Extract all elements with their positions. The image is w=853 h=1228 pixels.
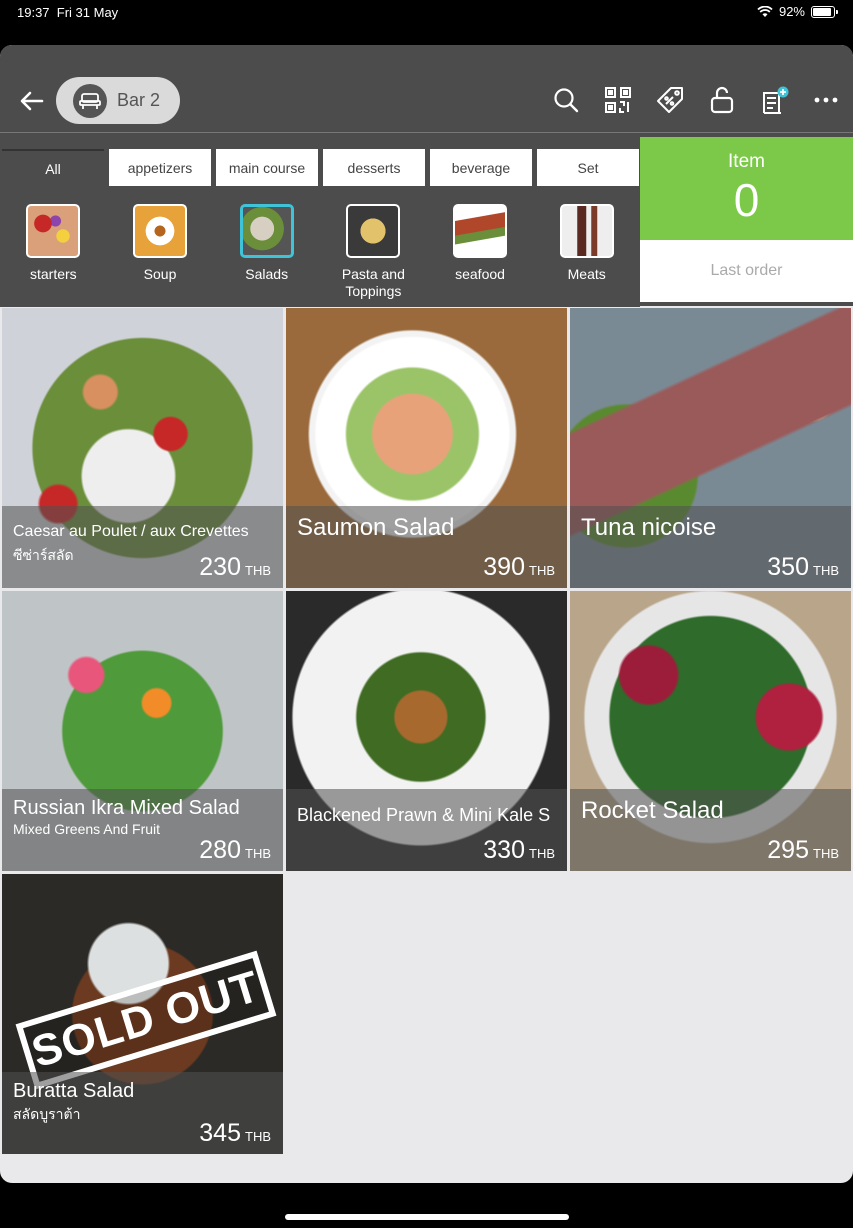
toolbar: Bar 2 xyxy=(0,45,853,132)
menu-item-info: Saumon Salad 390 THB xyxy=(286,506,567,588)
qr-code-icon[interactable] xyxy=(603,85,633,115)
more-icon[interactable] xyxy=(811,85,841,115)
menu-item-card[interactable]: Tuna nicoise 350 THB xyxy=(570,308,851,588)
status-right: 92% xyxy=(757,4,838,19)
menu-item-price: 345 THB xyxy=(199,1119,271,1147)
subcategory-meats[interactable]: Meats xyxy=(533,191,640,307)
menu-item-name: Rocket Salad xyxy=(581,797,724,824)
status-bar: 19:37 Fri 31 May 92% xyxy=(0,0,853,44)
menu-item-subtitle: สลัดบูราต้า xyxy=(13,1106,81,1122)
subcategory-soup[interactable]: Soup xyxy=(107,191,214,307)
subcategory-salads[interactable]: Salads xyxy=(213,191,320,307)
menu-item-info: Russian Ikra Mixed Salad Mixed Greens An… xyxy=(2,789,283,871)
soup-thumbnail xyxy=(133,204,187,258)
bill-add-icon[interactable] xyxy=(759,85,789,115)
starters-thumbnail xyxy=(26,204,81,258)
menu-item-info: Rocket Salad 295 THB xyxy=(570,789,851,871)
meats-thumbnail xyxy=(559,204,614,258)
menu-item-subtitle: ซีซ่าร์สลัด xyxy=(13,547,74,563)
menu-item-card[interactable]: Blackened Prawn & Mini Kale S 330 THB xyxy=(286,591,567,871)
menu-item-name: Russian Ikra Mixed Salad xyxy=(13,797,240,819)
unlock-icon[interactable] xyxy=(707,85,737,115)
menu-item-card[interactable]: Russian Ikra Mixed Salad Mixed Greens An… xyxy=(2,591,283,871)
menu-item-name: Caesar au Poulet / aux Crevettes xyxy=(13,523,249,540)
menu-item-price: 390 THB xyxy=(483,553,555,581)
menu-item-name: Buratta Salad xyxy=(13,1080,135,1102)
last-order-button[interactable]: Last order xyxy=(640,240,853,280)
menu-item-card-sold-out[interactable]: SOLD OUT Buratta Salad สลัดบูราต้า 345 TH… xyxy=(2,874,283,1154)
battery-icon xyxy=(811,5,838,18)
item-count-panel[interactable]: Item 0 xyxy=(640,137,853,240)
category-tabs: All appetizers main course desserts beve… xyxy=(2,149,639,186)
table-name: Bar 2 xyxy=(117,90,161,110)
menu-item-name: Blackened Prawn & Mini Kale S xyxy=(297,805,551,825)
menu-item-price: 330 THB xyxy=(483,836,555,864)
menu-item-card[interactable]: Caesar au Poulet / aux Crevettes ซีซ่าร์… xyxy=(2,308,283,588)
menu-item-price: 230 THB xyxy=(199,553,271,581)
menu-item-card[interactable]: Rocket Salad 295 THB xyxy=(570,591,851,871)
tab-desserts[interactable]: desserts xyxy=(323,149,425,186)
item-count: 0 xyxy=(733,174,760,226)
menu-item-info: Buratta Salad สลัดบูราต้า 345 THB xyxy=(2,1072,283,1154)
salads-thumbnail xyxy=(239,204,294,258)
menu-item-card[interactable]: Saumon Salad 390 THB xyxy=(286,308,567,588)
tab-main-course[interactable]: main course xyxy=(216,149,318,186)
seat-icon xyxy=(73,83,107,118)
menu-item-info: Caesar au Poulet / aux Crevettes ซีซ่าร์… xyxy=(2,506,283,588)
item-label: Item xyxy=(728,151,765,172)
main-sheet: Bar 2 All appetizers main course dessert… xyxy=(0,45,853,1183)
pasta-thumbnail xyxy=(346,204,401,258)
status-time: 19:37 Fri 31 May xyxy=(17,5,119,20)
battery-percent: 92% xyxy=(778,4,805,19)
menu-item-name: Saumon Salad xyxy=(297,514,455,541)
home-indicator[interactable] xyxy=(285,1214,569,1220)
menu-item-name: Tuna nicoise xyxy=(581,514,717,541)
subcategory-seafood[interactable]: seafood xyxy=(427,191,534,307)
table-selector[interactable]: Bar 2 xyxy=(56,77,180,124)
discount-tag-icon[interactable] xyxy=(655,85,685,115)
subcategory-starters[interactable]: starters xyxy=(0,191,107,307)
subcategory-list: starters Soup Salads Pasta and Toppings … xyxy=(0,191,640,307)
seafood-thumbnail xyxy=(453,204,508,258)
menu-item-price: 280 THB xyxy=(199,836,271,864)
toolbar-actions xyxy=(551,85,841,115)
menu-item-info: Blackened Prawn & Mini Kale S 330 THB xyxy=(286,789,567,871)
tab-set[interactable]: Set xyxy=(537,149,639,186)
menu-item-info: Tuna nicoise 350 THB xyxy=(570,506,851,588)
wifi-icon xyxy=(757,5,773,17)
subcategory-pasta-and-toppings[interactable]: Pasta and Toppings xyxy=(320,191,427,307)
tab-appetizers[interactable]: appetizers xyxy=(109,149,211,186)
back-arrow-icon[interactable] xyxy=(18,87,46,115)
menu-item-price: 350 THB xyxy=(767,553,839,581)
order-summary[interactable]: Item 0 Last order xyxy=(640,137,853,302)
menu-item-price: 295 THB xyxy=(767,836,839,864)
tab-beverage[interactable]: beverage xyxy=(430,149,532,186)
tab-all[interactable]: All xyxy=(2,149,104,186)
menu-item-subtitle: Mixed Greens And Fruit xyxy=(13,821,161,837)
search-icon[interactable] xyxy=(551,85,581,115)
